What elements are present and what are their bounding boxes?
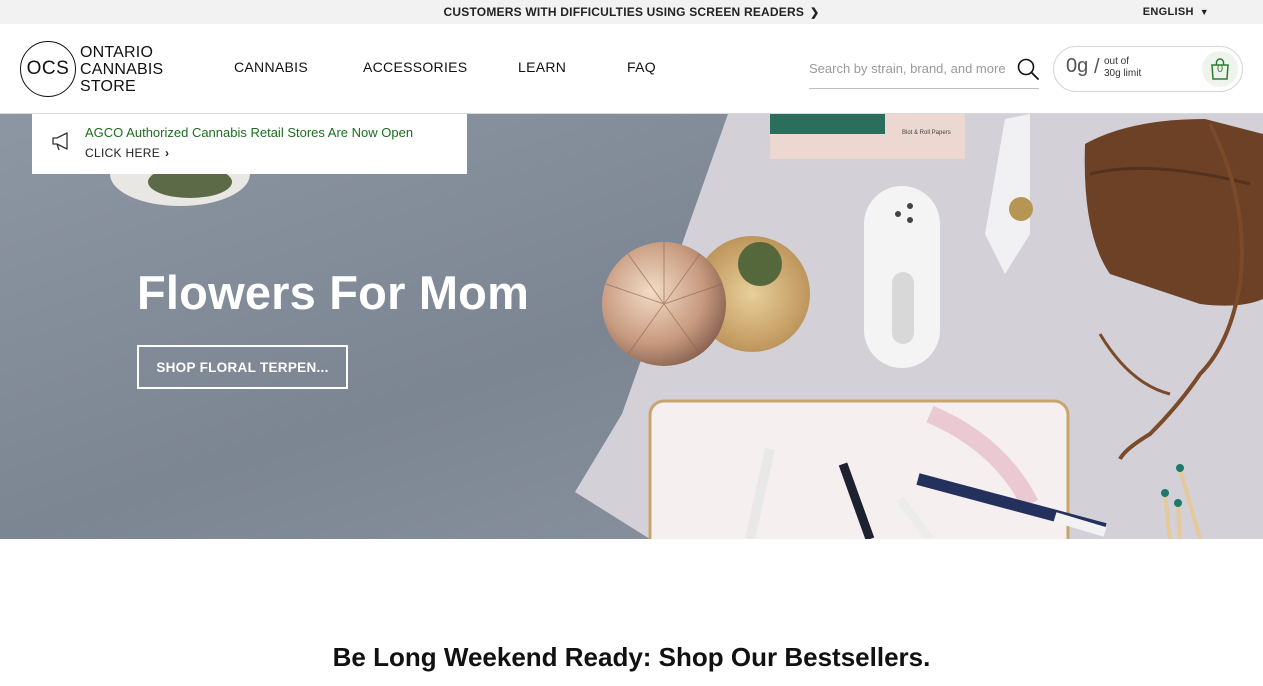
hero-image: Blot & Roll Papers (0, 114, 1263, 539)
site-header: OCS ONTARIO CANNABIS STORE CANNABIS ACCE… (0, 24, 1263, 114)
logo-line-2: CANNABIS (80, 60, 164, 78)
hero-title: Flowers For Mom (137, 266, 530, 319)
booklet-label: Blot & Roll Papers (902, 130, 951, 136)
logo-line-1: ONTARIO (80, 43, 154, 61)
announcement-card[interactable]: AGCO Authorized Cannabis Retail Stores A… (32, 114, 467, 174)
chevron-right-icon: ❯ (810, 6, 820, 19)
limit-out-of: out of (1104, 56, 1130, 67)
search-bar (809, 56, 1039, 89)
language-selector[interactable]: ENGLISH ▼ (1143, 0, 1209, 24)
logo-mark: OCS (20, 41, 76, 97)
logo-line-3: STORE (80, 77, 136, 95)
chevron-down-icon: ▼ (1199, 7, 1209, 17)
hero-banner[interactable]: Blot & Roll Papers Flowers For Mom SHOP … (0, 114, 1263, 539)
screen-reader-help-label: CUSTOMERS WITH DIFFICULTIES USING SCREEN… (443, 5, 805, 19)
limit-amount: 0g (1066, 55, 1089, 77)
click-here-link[interactable]: CLICK HERE › (85, 146, 169, 160)
shop-floral-terpenes-button[interactable]: SHOP FLORAL TERPEN... (137, 345, 348, 389)
announcement-message: AGCO Authorized Cannabis Retail Stores A… (85, 125, 414, 140)
utility-bar: CUSTOMERS WITH DIFFICULTIES USING SCREEN… (0, 0, 1263, 24)
search-icon[interactable] (1017, 58, 1039, 80)
limit-max: 30g limit (1104, 68, 1142, 79)
bestsellers-heading: Be Long Weekend Ready: Shop Our Bestsell… (332, 642, 931, 672)
logo-wordmark: ONTARIO CANNABIS STORE (80, 44, 163, 95)
ocs-logo[interactable]: OCS ONTARIO CANNABIS STORE (20, 41, 163, 97)
nav-item-accessories[interactable]: ACCESSORIES (363, 24, 467, 110)
search-input[interactable] (809, 56, 1017, 80)
screen-reader-help-link[interactable]: CUSTOMERS WITH DIFFICULTIES USING SCREEN… (0, 0, 1263, 24)
limit-separator: / (1094, 56, 1100, 78)
purchase-limit-widget[interactable]: 0g / out of 30g limit 0 (1053, 46, 1243, 92)
cart-count: 0 (1216, 63, 1224, 75)
language-label: ENGLISH (1142, 6, 1194, 18)
megaphone-icon (52, 132, 68, 151)
nav-item-learn[interactable]: LEARN (518, 24, 566, 110)
limit-caption: out of 30g limit (1104, 56, 1141, 80)
cart-button[interactable]: 0 (1202, 51, 1238, 87)
click-here-label: CLICK HERE (85, 146, 161, 160)
chevron-right-icon: › (165, 146, 170, 160)
nav-item-faq[interactable]: FAQ (627, 24, 656, 110)
nav-item-cannabis[interactable]: CANNABIS (234, 24, 308, 110)
